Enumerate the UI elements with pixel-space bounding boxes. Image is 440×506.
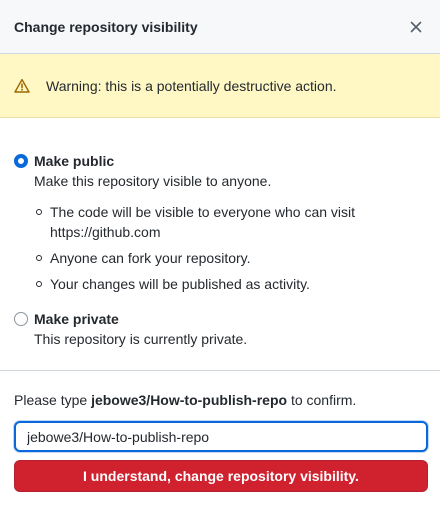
- confirm-repo-input[interactable]: [14, 421, 428, 452]
- confirm-section: Please type jebowe3/How-to-publish-repo …: [0, 371, 440, 492]
- warning-text: Warning: this is a potentially destructi…: [46, 77, 337, 94]
- option-make-private[interactable]: Make private This repository is currentl…: [14, 309, 426, 349]
- bullet-circle-icon: [36, 209, 42, 215]
- alert-triangle-icon: [14, 78, 30, 94]
- visibility-options: Make public Make this repository visible…: [0, 118, 440, 371]
- bullet-text: The code will be visible to everyone who…: [50, 204, 356, 240]
- bullet-circle-icon: [36, 255, 42, 261]
- confirm-suffix: to confirm.: [287, 392, 357, 408]
- bullet-text: Your changes will be published as activi…: [50, 276, 310, 292]
- option-make-public[interactable]: Make public Make this repository visible…: [14, 151, 426, 300]
- confirm-instructions: Please type jebowe3/How-to-publish-repo …: [14, 390, 426, 410]
- change-visibility-dialog: Change repository visibility Warning: th…: [0, 0, 440, 506]
- list-item: Anyone can fork your repository.: [34, 248, 390, 268]
- public-consequences-list: The code will be visible to everyone who…: [34, 202, 390, 294]
- confirm-change-visibility-button[interactable]: I understand, change repository visibili…: [14, 460, 428, 492]
- dialog-header: Change repository visibility: [0, 0, 440, 54]
- close-icon[interactable]: [406, 17, 426, 37]
- public-description: Make this repository visible to anyone.: [34, 173, 272, 189]
- list-item: The code will be visible to everyone who…: [34, 202, 390, 242]
- private-description: This repository is currently private.: [34, 331, 248, 347]
- private-radio[interactable]: [14, 312, 28, 326]
- list-item: Your changes will be published as activi…: [34, 274, 390, 294]
- confirm-prefix: Please type: [14, 392, 92, 408]
- confirm-repo-name: jebowe3/How-to-publish-repo: [91, 392, 288, 408]
- dialog-title: Change repository visibility: [14, 18, 198, 35]
- public-title: Make public: [34, 153, 115, 169]
- bullet-circle-icon: [36, 281, 42, 287]
- private-title: Make private: [34, 311, 119, 327]
- public-radio[interactable]: [14, 154, 28, 168]
- bullet-text: Anyone can fork your repository.: [50, 250, 251, 266]
- warning-banner: Warning: this is a potentially destructi…: [0, 54, 440, 118]
